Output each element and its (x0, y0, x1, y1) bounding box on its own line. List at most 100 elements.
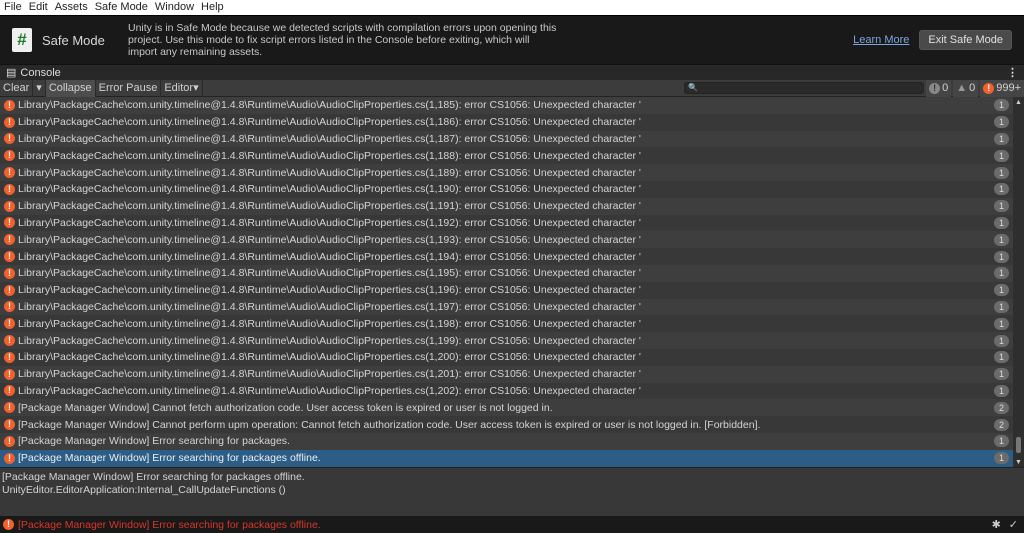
error-pause-toggle[interactable]: Error Pause (96, 79, 162, 97)
error-icon: ! (4, 183, 15, 195)
log-row[interactable]: ! Library\PackageCache\com.unity.timeline… (0, 147, 1013, 165)
log-count-badge: 1 (994, 200, 1009, 213)
error-icon: ! (4, 318, 15, 330)
warning-icon: ▲ (956, 81, 968, 94)
log-row[interactable]: ! Library\PackageCache\com.unity.timeline… (0, 382, 1013, 400)
log-message: [Package Manager Window] Cannot fetch au… (18, 401, 553, 414)
console-icon: ▤ (6, 67, 17, 79)
script-file-icon: # (12, 28, 32, 52)
log-row[interactable]: ! Library\PackageCache\com.unity.timeline… (0, 113, 1013, 131)
log-count-badge: 1 (994, 452, 1009, 465)
log-row[interactable]: ! Library\PackageCache\com.unity.timeline… (0, 298, 1013, 316)
log-row[interactable]: ! Library\PackageCache\com.unity.timeline… (0, 315, 1013, 333)
log-row[interactable]: ! Library\PackageCache\com.unity.timeline… (0, 365, 1013, 383)
log-count-badge: 1 (994, 132, 1009, 145)
log-count-badge: 1 (994, 149, 1009, 162)
log-row[interactable]: ! [Package Manager Window] Cannot fetch a… (0, 399, 1013, 417)
log-row[interactable]: ! Library\PackageCache\com.unity.timeline… (0, 197, 1013, 215)
log-row[interactable]: ! Library\PackageCache\com.unity.timeline… (0, 248, 1013, 265)
collapse-toggle[interactable]: Collapse (45, 79, 96, 97)
console-tab[interactable]: ▤ Console (6, 66, 61, 80)
menu-bar: File Edit Assets Safe Mode Window Help (0, 0, 1024, 15)
error-icon: ! (4, 133, 15, 145)
warning-filter-toggle[interactable]: ▲ 0 (953, 79, 979, 97)
log-message: Library\PackageCache\com.unity.timeline@… (18, 351, 641, 364)
log-row[interactable]: ! Library\PackageCache\com.unity.timeline… (0, 264, 1013, 282)
scroll-down-icon[interactable]: ▼ (1013, 459, 1024, 466)
log-count-badge: 1 (994, 351, 1009, 364)
console-tab-bar: ▤ Console ⋮ (0, 64, 1024, 80)
info-count: 0 (942, 81, 949, 94)
log-message: Library\PackageCache\com.unity.timeline@… (18, 149, 641, 162)
error-icon: ! (4, 234, 15, 246)
error-icon: ! (4, 402, 15, 414)
exit-safe-mode-button[interactable]: Exit Safe Mode (919, 30, 1012, 50)
log-row[interactable]: ! Library\PackageCache\com.unity.timeline… (0, 332, 1013, 349)
menu-help[interactable]: Help (201, 0, 224, 15)
log-list: ! Library\PackageCache\com.unity.timeline… (0, 97, 1013, 467)
clear-options-dropdown[interactable]: ▾ (33, 79, 46, 97)
error-icon: ! (4, 452, 15, 464)
error-icon: ! (4, 116, 15, 128)
log-scrollbar[interactable]: ▲ ▼ (1013, 97, 1024, 467)
log-row[interactable]: ! Library\PackageCache\com.unity.timeline… (0, 97, 1013, 114)
scroll-up-icon[interactable]: ▲ (1013, 99, 1024, 106)
editor-dropdown[interactable]: Editor▾ (161, 79, 203, 97)
log-count-badge: 1 (994, 216, 1009, 229)
search-icon: 🔍 (688, 83, 699, 92)
log-message: Library\PackageCache\com.unity.timeline@… (18, 250, 641, 263)
log-count-badge: 1 (994, 284, 1009, 297)
log-message: Library\PackageCache\com.unity.timeline@… (18, 183, 641, 196)
log-count-badge: 1 (994, 183, 1009, 196)
error-icon: ! (3, 519, 14, 530)
info-filter-toggle[interactable]: ! 0 (926, 79, 952, 97)
log-message: Library\PackageCache\com.unity.timeline@… (18, 216, 641, 229)
log-row[interactable]: ! Library\PackageCache\com.unity.timeline… (0, 130, 1013, 148)
log-row[interactable]: ! Library\PackageCache\com.unity.timeline… (0, 214, 1013, 232)
error-icon: ! (4, 301, 15, 313)
bug-icon[interactable]: ✱ (992, 518, 1001, 531)
log-message: [Package Manager Window] Cannot perform … (18, 418, 761, 431)
log-row[interactable]: ! Library\PackageCache\com.unity.timeline… (0, 180, 1013, 198)
search-input[interactable]: 🔍 (684, 82, 925, 94)
menu-window[interactable]: Window (155, 0, 194, 15)
scrollbar-thumb[interactable] (1016, 437, 1021, 453)
detail-stack-line: UnityEditor.EditorApplication:Internal_C… (2, 484, 286, 496)
editor-label: Editor (164, 81, 194, 94)
log-row[interactable]: ! Library\PackageCache\com.unity.timeline… (0, 231, 1013, 249)
console-toolbar: Clear ▾ Collapse Error Pause Editor▾ 🔍 !… (0, 79, 1024, 97)
detail-line: [Package Manager Window] Error searching… (2, 471, 305, 483)
console-tab-label: Console (20, 66, 61, 79)
log-count-badge: 1 (994, 267, 1009, 280)
clear-button[interactable]: Clear (0, 79, 34, 97)
log-row[interactable]: ! Library\PackageCache\com.unity.timeline… (0, 164, 1013, 181)
status-message[interactable]: [Package Manager Window] Error searching… (18, 519, 321, 531)
log-count-badge: 1 (994, 233, 1009, 246)
log-message: Library\PackageCache\com.unity.timeline@… (18, 300, 641, 313)
error-filter-toggle[interactable]: ! 999+ (980, 79, 1024, 97)
menu-edit[interactable]: Edit (29, 0, 48, 15)
log-row[interactable]: ! [Package Manager Window] Error searchin… (0, 449, 1013, 467)
log-message: Library\PackageCache\com.unity.timeline@… (18, 116, 641, 129)
log-row[interactable]: ! [Package Manager Window] Error searchin… (0, 432, 1013, 450)
safe-mode-title: Safe Mode (42, 32, 105, 48)
check-circle-icon[interactable]: ✓ (1009, 518, 1018, 531)
warning-count: 0 (969, 81, 976, 94)
log-count-badge: 1 (994, 300, 1009, 313)
learn-more-link[interactable]: Learn More (853, 34, 909, 46)
error-icon: ! (4, 251, 15, 263)
menu-assets[interactable]: Assets (55, 0, 88, 15)
more-options-icon[interactable]: ⋮ (1007, 66, 1018, 79)
error-icon: ! (4, 267, 15, 279)
log-message: Library\PackageCache\com.unity.timeline@… (18, 99, 641, 112)
log-count-badge: 1 (994, 384, 1009, 397)
menu-safe-mode[interactable]: Safe Mode (95, 0, 148, 15)
error-icon: ! (4, 368, 15, 380)
log-row[interactable]: ! Library\PackageCache\com.unity.timeline… (0, 281, 1013, 299)
menu-file[interactable]: File (4, 0, 22, 15)
log-row[interactable]: ! [Package Manager Window] Cannot perform… (0, 416, 1013, 433)
log-count-badge: 1 (994, 166, 1009, 179)
info-icon: ! (929, 82, 941, 94)
error-icon: ! (4, 385, 15, 397)
log-row[interactable]: ! Library\PackageCache\com.unity.timeline… (0, 348, 1013, 366)
